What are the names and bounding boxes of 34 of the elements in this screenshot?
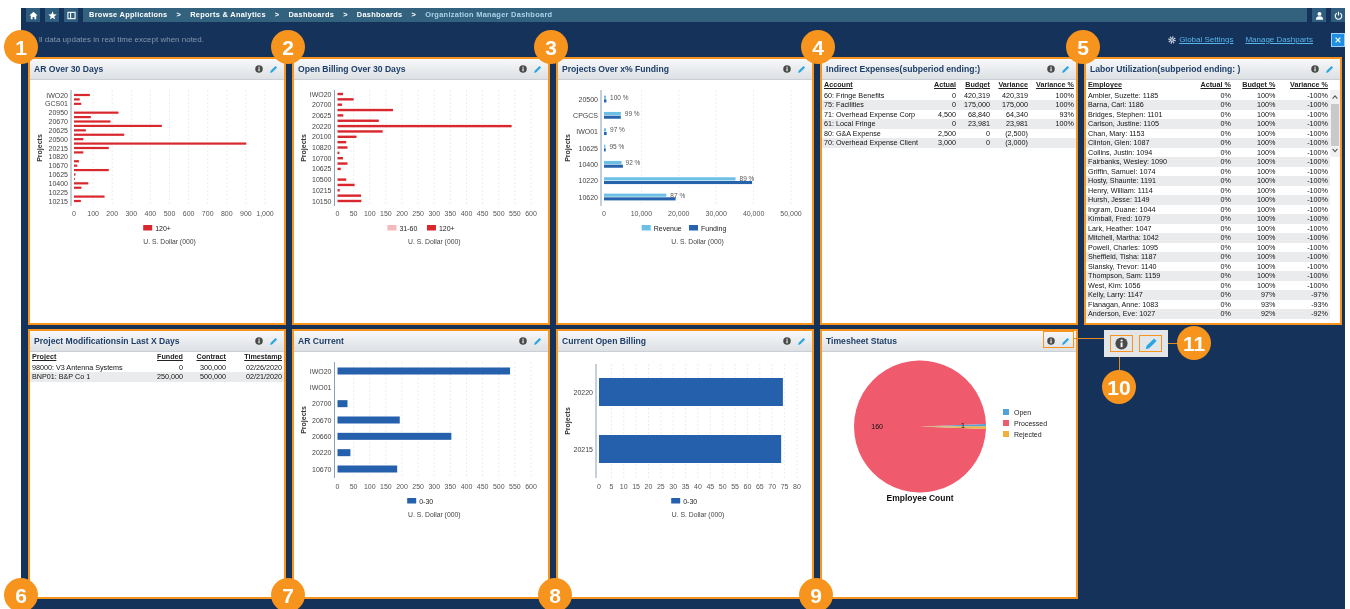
info-icon[interactable] (1047, 65, 1055, 73)
header-link[interactable]: Global Settings (1179, 33, 1234, 46)
scroll-up-icon[interactable] (1331, 93, 1339, 101)
panel-title: Timesheet Status (826, 334, 897, 348)
callout-badge: 6 (4, 578, 38, 609)
leader-line (1168, 343, 1178, 344)
notice-text: ll data updates in real time except when noted. (39, 33, 204, 46)
panel-title: Current Open Billing (562, 334, 647, 348)
panel-title: Projects Over x% Funding (562, 62, 669, 76)
chart-title: Employee Count (886, 493, 954, 503)
scrollbar[interactable] (1330, 90, 1340, 157)
scroll-down-icon[interactable] (1331, 146, 1339, 154)
panel-title: Labor Utilization(subperiod ending: ) (1090, 62, 1241, 76)
gear-icon[interactable] (1168, 35, 1177, 44)
panel-title: AR Current (298, 334, 344, 348)
leader-line (1119, 357, 1120, 371)
panel-title: Open Billing Over 30 Days (298, 62, 406, 76)
scrollbar-thumb[interactable] (1331, 104, 1339, 146)
info-icon[interactable] (519, 337, 527, 345)
info-icon[interactable] (519, 65, 527, 73)
info-icon[interactable] (255, 337, 263, 345)
callout-badge: 1 (4, 30, 38, 64)
info-icon[interactable] (783, 65, 791, 73)
info-icon[interactable] (255, 65, 263, 73)
panel-title: AR Over 30 Days (34, 62, 104, 76)
leader-line (1074, 338, 1104, 339)
pencil-icon (1143, 336, 1158, 351)
panel-title: Indirect Expenses(subperiod ending:) (826, 62, 981, 76)
info-icon (1115, 337, 1128, 350)
info-icon[interactable] (1311, 65, 1319, 73)
panel-title: Project Modificationsin Last X Days (34, 334, 180, 348)
info-icon[interactable] (783, 337, 791, 345)
info-icon[interactable] (1047, 337, 1055, 345)
header-link[interactable]: Manage Dashparts (1245, 33, 1313, 46)
